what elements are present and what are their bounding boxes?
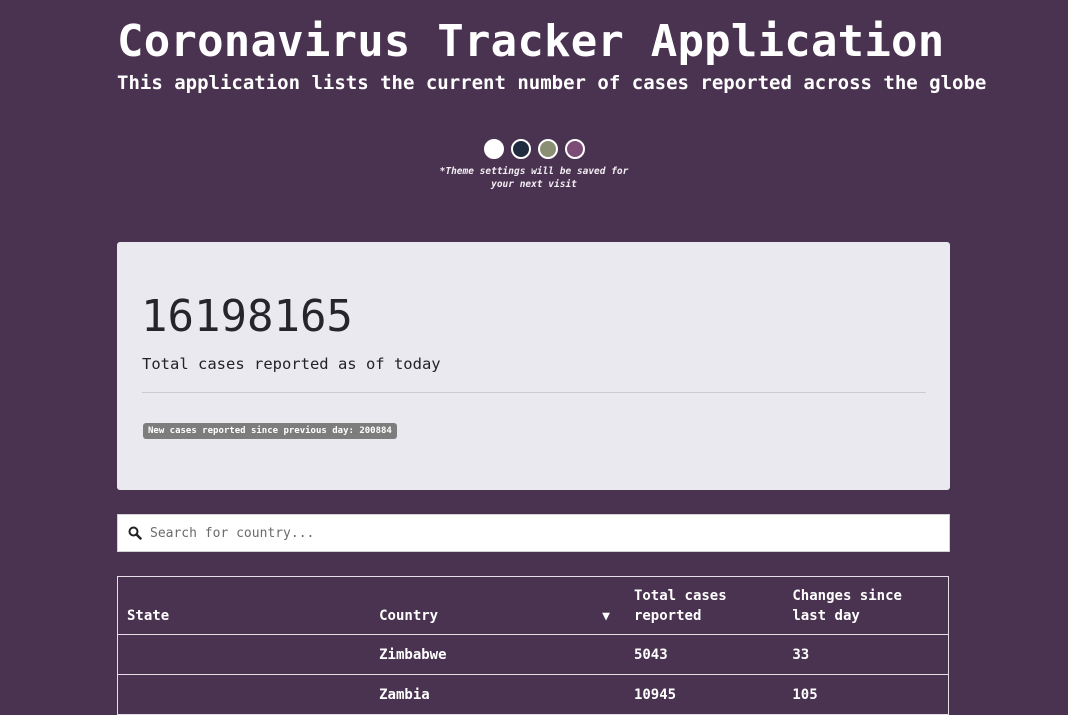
total-cases-label: Total cases reported as of today — [142, 355, 441, 373]
column-header-total[interactable]: Total cases reported — [624, 576, 784, 635]
page-header: Coronavirus Tracker Application This app… — [117, 14, 987, 96]
app-title: Coronavirus Tracker Application — [117, 16, 945, 67]
cell-change: 105 — [783, 674, 950, 715]
sort-descending-icon[interactable]: ▼ — [602, 608, 610, 626]
app-subtitle: This application lists the current numbe… — [117, 72, 987, 94]
cell-country: Zimbabwe — [370, 634, 625, 675]
theme-olive-button[interactable] — [537, 139, 558, 159]
column-header-country-label: Country — [379, 608, 439, 624]
cases-table-container: State Country ▼ Total cases reported Cha… — [117, 576, 950, 715]
theme-options — [0, 139, 1068, 159]
cell-state — [117, 634, 371, 675]
theme-note: *Theme settings will be saved for your n… — [439, 166, 629, 190]
search-input[interactable] — [150, 516, 930, 550]
new-cases-badge: New cases reported since previous day: 2… — [143, 423, 397, 439]
cell-total: 5043 — [624, 634, 784, 675]
table-row: Zimbabwe 5043 33 — [117, 634, 950, 675]
summary-card: 16198165 Total cases reported as of toda… — [117, 242, 950, 490]
cases-table: State Country ▼ Total cases reported Cha… — [117, 576, 950, 715]
column-header-change[interactable]: Changes since last day — [783, 576, 950, 635]
theme-white-button[interactable] — [483, 139, 504, 159]
theme-purple-button[interactable] — [564, 139, 585, 159]
cell-country: Zambia — [370, 674, 625, 715]
cell-total: 10945 — [624, 674, 784, 715]
table-header-row: State Country ▼ Total cases reported Cha… — [117, 576, 950, 635]
cell-change: 33 — [783, 634, 950, 675]
column-header-state[interactable]: State — [117, 576, 371, 635]
column-header-country[interactable]: Country ▼ — [370, 576, 625, 635]
cell-state — [117, 674, 371, 715]
theme-navy-button[interactable] — [510, 139, 531, 159]
theme-switcher: *Theme settings will be saved for your n… — [0, 139, 1068, 191]
table-row: Zambia 10945 105 — [117, 674, 950, 715]
search-icon — [120, 515, 150, 551]
search-box[interactable] — [117, 514, 950, 552]
divider — [142, 392, 926, 393]
total-cases-number: 16198165 — [141, 291, 353, 342]
